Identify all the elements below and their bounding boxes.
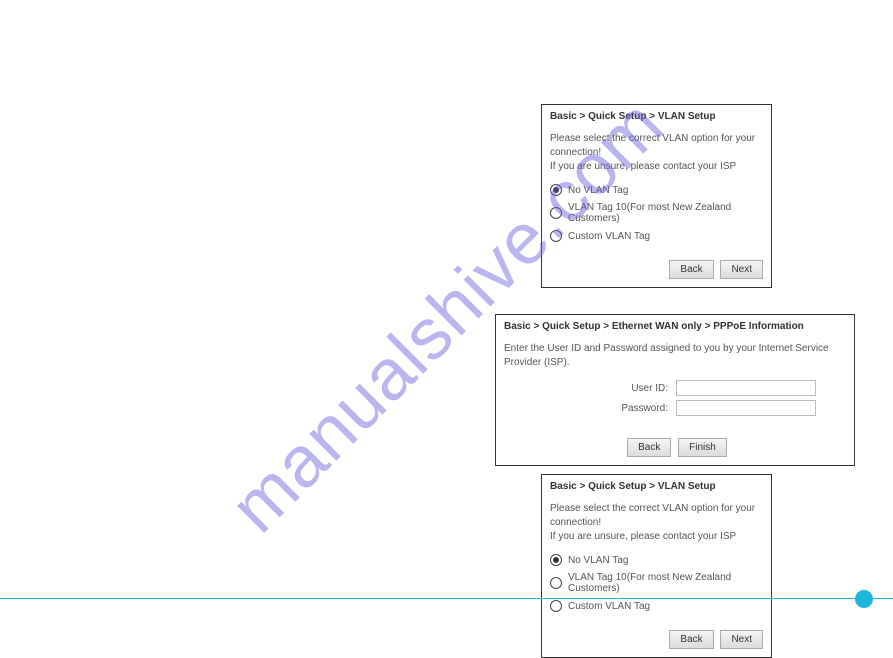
- radio-icon: [550, 184, 562, 196]
- radio-label: VLAN Tag 10(For most New Zealand Custome…: [568, 202, 763, 224]
- userid-label: User ID:: [631, 383, 668, 394]
- radio-icon: [550, 207, 562, 219]
- radio-vlan-10[interactable]: VLAN Tag 10(For most New Zealand Custome…: [550, 202, 763, 224]
- footer-divider: [0, 598, 893, 599]
- userid-input[interactable]: [676, 380, 816, 396]
- instruction-text: Please select the correct VLAN option fo…: [550, 502, 763, 544]
- radio-no-vlan[interactable]: No VLAN Tag: [550, 554, 763, 566]
- breadcrumb: Basic > Quick Setup > VLAN Setup: [542, 475, 771, 498]
- radio-icon: [550, 600, 562, 612]
- radio-label: Custom VLAN Tag: [568, 231, 650, 242]
- radio-label: Custom VLAN Tag: [568, 601, 650, 612]
- page-indicator-dot: [855, 590, 873, 608]
- radio-icon: [550, 577, 562, 589]
- vlan-setup-panel-bottom: Basic > Quick Setup > VLAN Setup Please …: [541, 474, 772, 658]
- pppoe-panel: Basic > Quick Setup > Ethernet WAN only …: [495, 314, 855, 466]
- finish-button[interactable]: Finish: [678, 438, 727, 457]
- radio-label: No VLAN Tag: [568, 185, 628, 196]
- instruction-text: Please select the correct VLAN option fo…: [550, 132, 763, 174]
- breadcrumb: Basic > Quick Setup > Ethernet WAN only …: [496, 315, 854, 338]
- next-button[interactable]: Next: [720, 630, 763, 649]
- password-input[interactable]: [676, 400, 816, 416]
- password-label: Password:: [621, 403, 668, 414]
- radio-icon: [550, 230, 562, 242]
- back-button[interactable]: Back: [627, 438, 671, 457]
- radio-icon: [550, 554, 562, 566]
- radio-label: VLAN Tag 10(For most New Zealand Custome…: [568, 572, 763, 594]
- back-button[interactable]: Back: [669, 630, 713, 649]
- vlan-setup-panel-top: Basic > Quick Setup > VLAN Setup Please …: [541, 104, 772, 288]
- radio-vlan-10[interactable]: VLAN Tag 10(For most New Zealand Custome…: [550, 572, 763, 594]
- next-button[interactable]: Next: [720, 260, 763, 279]
- breadcrumb: Basic > Quick Setup > VLAN Setup: [542, 105, 771, 128]
- back-button[interactable]: Back: [669, 260, 713, 279]
- instruction-text: Enter the User ID and Password assigned …: [504, 342, 846, 370]
- radio-no-vlan[interactable]: No VLAN Tag: [550, 184, 763, 196]
- radio-custom-vlan[interactable]: Custom VLAN Tag: [550, 600, 763, 612]
- radio-custom-vlan[interactable]: Custom VLAN Tag: [550, 230, 763, 242]
- radio-label: No VLAN Tag: [568, 555, 628, 566]
